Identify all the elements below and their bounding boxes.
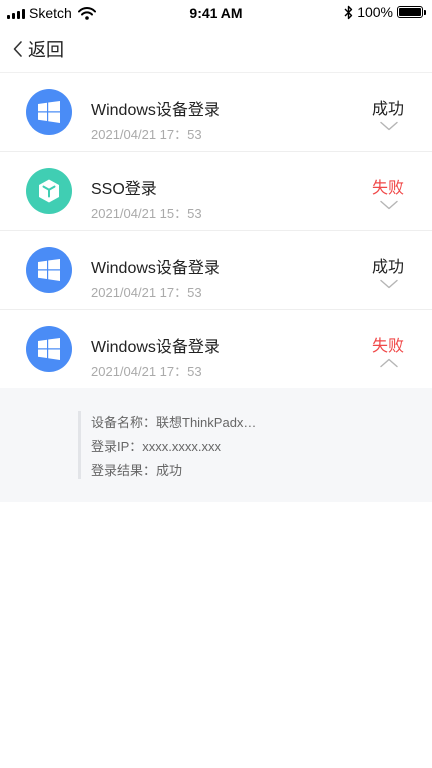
detail-content: 设备名称：联想ThinkPadx… 登录IP：xxxx.xxxx.xxx 登录结… [78, 411, 256, 479]
chevron-down-icon[interactable] [380, 279, 398, 289]
back-label: 返回 [28, 40, 64, 60]
record-status: 失败 [371, 338, 404, 355]
windows-icon [38, 101, 60, 123]
battery-icon [397, 6, 423, 18]
record-title: SSO登录 [91, 181, 157, 198]
record-time: 2021/04/21 17：53 [91, 285, 202, 300]
record-title: Windows设备登录 [91, 102, 220, 119]
chevron-down-icon[interactable] [380, 200, 398, 210]
record-time: 2021/04/21 17：53 [91, 127, 202, 142]
chevron-up-icon[interactable] [380, 358, 398, 368]
battery-nub [424, 9, 426, 15]
login-record-list: Windows设备登录 2021/04/21 17：53 成功 SSO登录 20… [0, 73, 432, 502]
detail-device-name: 设备名称：联想ThinkPadx… [91, 415, 257, 430]
battery-percent: 100% [357, 4, 393, 20]
record-time: 2021/04/21 17：53 [91, 364, 202, 379]
record-avatar [26, 326, 72, 372]
status-bar: Sketch 9:41 AM 100% [0, 0, 432, 26]
windows-icon [38, 338, 60, 360]
screen: Sketch 9:41 AM 100% 返回 Windows设备登录 2021/… [0, 0, 432, 768]
record-avatar [26, 89, 72, 135]
detail-login-ip: 登录IP：xxxx.xxxx.xxx [91, 439, 222, 454]
record-avatar [26, 247, 72, 293]
login-record-row[interactable]: Windows设备登录 2021/04/21 17：53 成功 [0, 231, 432, 310]
record-detail-panel: 设备名称：联想ThinkPadx… 登录IP：xxxx.xxxx.xxx 登录结… [0, 388, 432, 502]
record-status: 成功 [371, 259, 404, 276]
chevron-down-icon[interactable] [380, 121, 398, 131]
login-record-row-expanded[interactable]: Windows设备登录 2021/04/21 17：53 失败 [0, 310, 432, 388]
detail-login-result: 登录结果：成功 [91, 463, 183, 478]
back-button[interactable]: 返回 [12, 36, 64, 62]
login-record-row[interactable]: SSO登录 2021/04/21 15：53 失败 [0, 152, 432, 231]
login-record-row[interactable]: Windows设备登录 2021/04/21 17：53 成功 [0, 73, 432, 152]
record-title: Windows设备登录 [91, 339, 220, 356]
windows-icon [38, 259, 60, 281]
record-avatar [26, 168, 72, 214]
record-time: 2021/04/21 15：53 [91, 206, 202, 221]
record-title: Windows设备登录 [91, 260, 220, 277]
status-right: 100% [344, 4, 426, 20]
record-status: 成功 [371, 101, 404, 118]
nav-bar: 返回 [0, 28, 432, 72]
bluetooth-icon [344, 5, 353, 19]
chevron-left-icon [13, 41, 22, 57]
cube-icon [39, 179, 59, 203]
record-status: 失败 [371, 180, 404, 197]
